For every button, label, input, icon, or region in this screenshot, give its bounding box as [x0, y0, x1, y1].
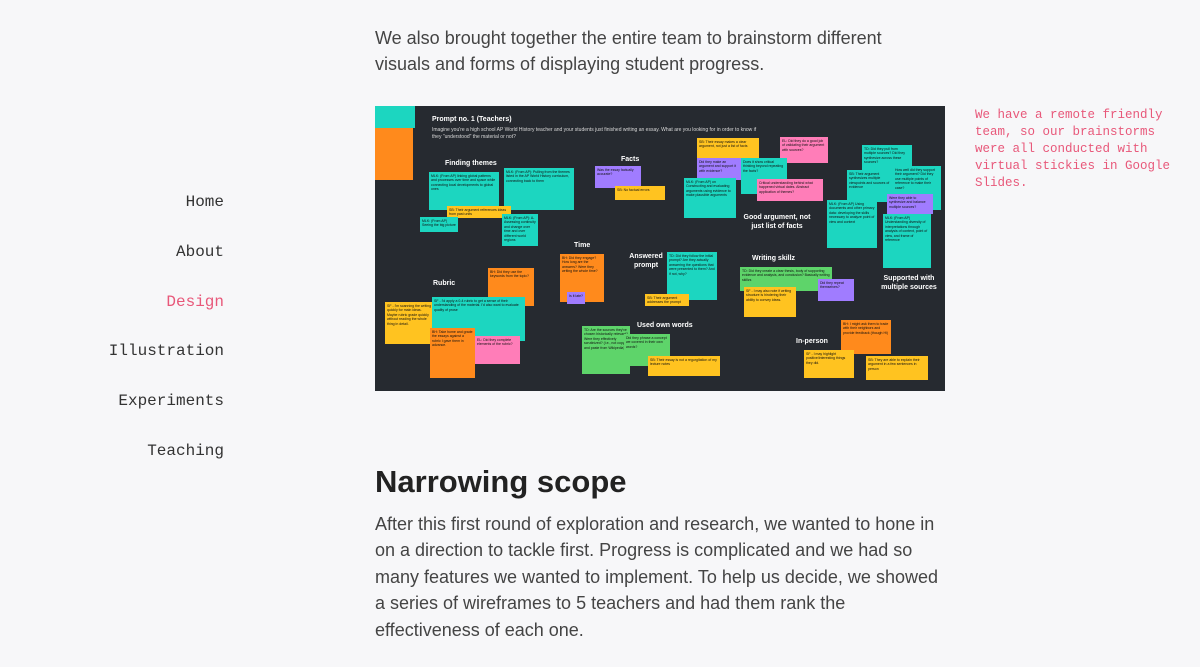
theme-label: Answered prompt [629, 253, 663, 269]
theme-label: Finding themes [445, 160, 497, 167]
theme-label: Good argument, not just list of facts [743, 214, 811, 230]
sticky-note: SF - I may also note if writing structur… [744, 287, 796, 317]
sticky-note: BH: I might ask them to trade with their… [841, 320, 891, 354]
sticky-note: EL: Did they complete elements of the ru… [475, 336, 520, 364]
board-title: Prompt no. 1 (Teachers) [432, 116, 512, 123]
nav-item-teaching[interactable]: Teaching [147, 439, 224, 489]
intro-paragraph: We also brought together the entire team… [375, 28, 882, 74]
sticky-note: MLK: (From AP) Using documents and other… [827, 200, 877, 248]
sticky-note: SB: They are able to explain their argum… [866, 356, 928, 380]
section-paragraph: After this first round of exploration an… [375, 514, 938, 640]
theme-label: Rubric [433, 280, 456, 287]
theme-label: Time [574, 242, 591, 249]
sticky-note: SF - I'm scanning the writing quickly fo… [385, 302, 435, 344]
sticky-note: Critical understanding behind what happe… [757, 179, 823, 201]
nav-item-about[interactable]: About [176, 240, 224, 290]
section-heading: Narrowing scope [375, 464, 627, 499]
sticky-note: SF - I may highlight positive/interestin… [804, 350, 854, 378]
theme-label: Used own words [637, 322, 693, 329]
sticky-note: MLK: (From AP) Understanding diversity o… [883, 214, 931, 268]
nav-item-experiments[interactable]: Experiments [118, 389, 224, 439]
sticky-note: SB: Their essay is not a regurgitation o… [648, 356, 720, 376]
sticky-note: EL: Did they do a good job of validating… [780, 137, 828, 163]
sticky-note: MLK: (From AP) Seeing the big picture [420, 217, 458, 232]
sticky-note: MLK: (From AP) on Constructing and evalu… [684, 178, 736, 218]
sticky-note: Did they repeat themselves? [818, 279, 854, 301]
sticky-note [375, 106, 415, 128]
sticky-note: SB: No factual errors [615, 186, 665, 200]
sticky-note: TD: Are the sources they've chosen histo… [582, 326, 630, 374]
sticky-note: TD: Did they follow the initial prompt? … [667, 252, 717, 300]
theme-label: Supported with multiple sources [881, 275, 937, 291]
sticky-note: MLK: (From AP): A-Assessing continuity a… [502, 214, 538, 246]
sticky-note: BH: Take home and grade the essays again… [430, 328, 475, 378]
sticky-note: Is it late? [567, 292, 585, 304]
sticky-note: Did they make an argument and support it… [697, 158, 741, 180]
nav-item-design[interactable]: Design [166, 290, 224, 340]
nav-item-illustration[interactable]: Illustration [109, 339, 224, 389]
theme-label: Writing skillz [752, 255, 796, 262]
sticky-note: SB: Their argument addresses the prompt [645, 294, 689, 306]
sticky-note: Were they able to synthesize and balance… [887, 194, 933, 214]
brainstorm-board-image: Prompt no. 1 (Teachers) Imagine you're a… [375, 106, 945, 391]
sticky-note: MLK: (From AP): Pulling from the themes … [504, 168, 574, 210]
theme-label: In-person [796, 338, 828, 345]
sticky-note: MLK: (From AP) linking global patterns a… [429, 172, 499, 210]
sticky-note: SB: Their essay makes a clear argument, … [697, 138, 759, 160]
sticky-note [375, 128, 413, 180]
main-nav: Home About Design Illustration Experimen… [109, 190, 224, 489]
nav-item-home[interactable]: Home [186, 190, 224, 240]
theme-label: Facts [621, 156, 640, 163]
sticky-note: Was the essay factually accurate? [595, 166, 641, 188]
side-note: We have a remote friendly team, so our b… [975, 108, 1171, 190]
